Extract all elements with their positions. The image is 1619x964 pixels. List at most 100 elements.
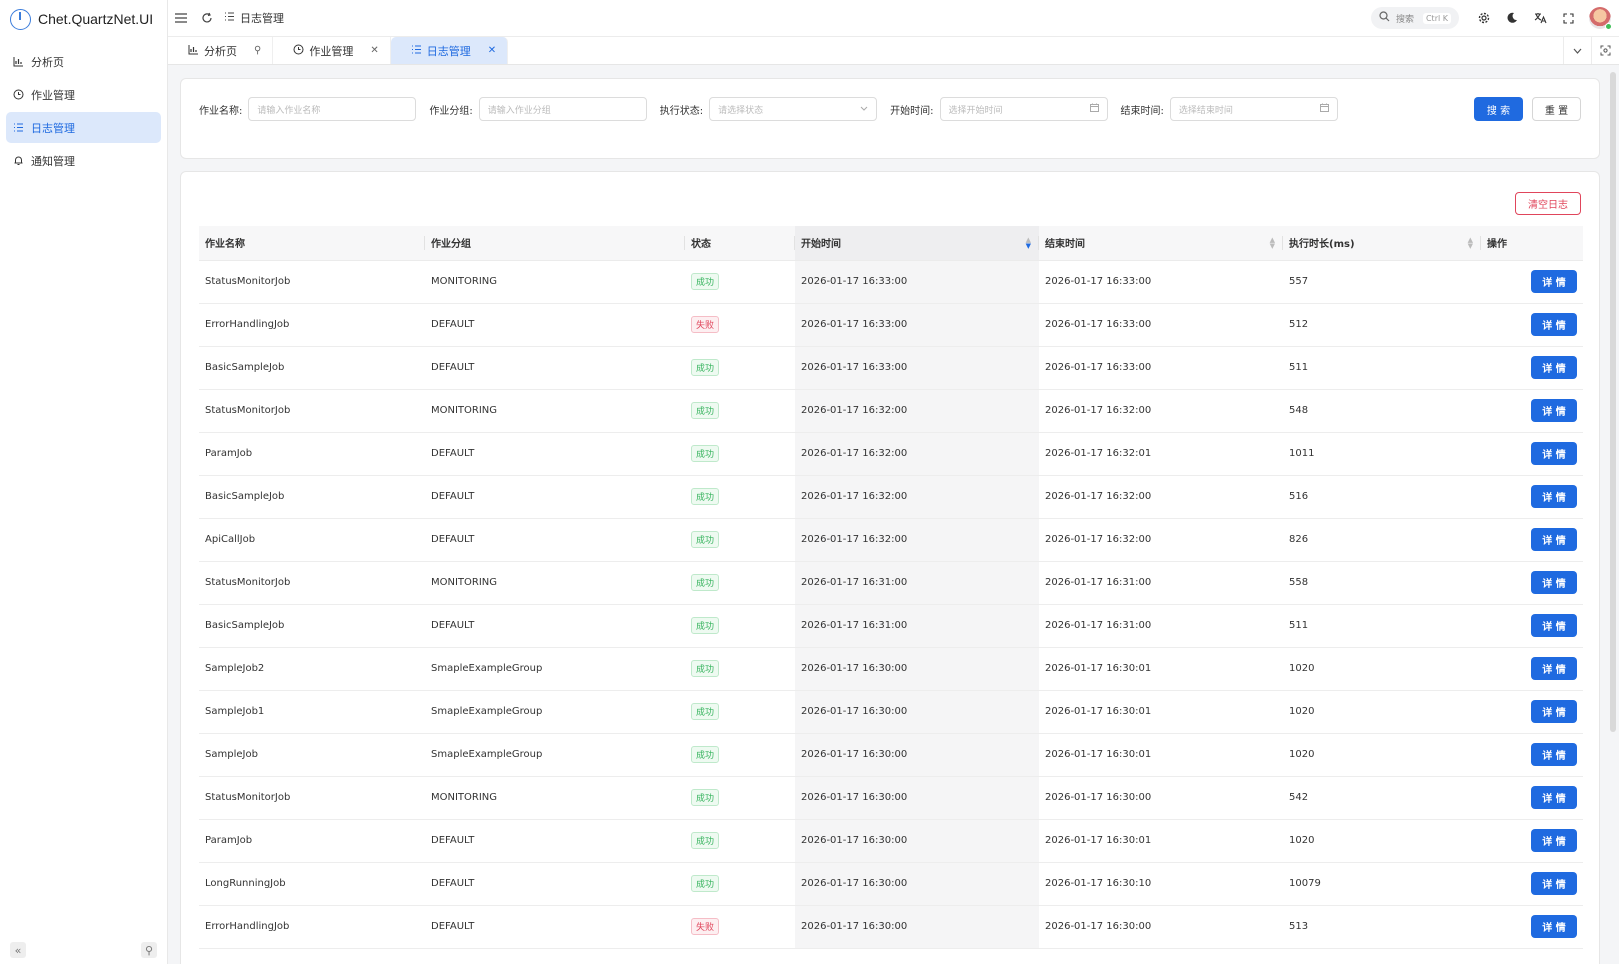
status-badge: 成功 [691, 746, 720, 763]
dark-mode-icon[interactable] [1499, 5, 1525, 31]
log-table-panel: 清空日志 作业名称 作业分组 状态 开始时间 ▲ ▼ 结束时间 ▲ ▼ 执行时长(ms)… [180, 72, 1616, 964]
cell-job-name: ErrorHandlingJob [199, 303, 425, 347]
col-header-start-time[interactable]: 开始时间 ▲ ▼ [795, 226, 1039, 261]
tab-jobs[interactable]: 作业管理 ✕ [273, 37, 391, 64]
cell-start-time: 2026-01-17 16:32:00 [795, 389, 1039, 433]
global-search[interactable]: 搜索 Ctrl K [1371, 7, 1459, 29]
cell-status: 成功 [685, 346, 795, 390]
avatar[interactable] [1589, 7, 1612, 30]
clear-logs-button[interactable]: 清空日志 [1515, 192, 1581, 215]
detail-button[interactable]: 详 情 [1531, 614, 1577, 637]
detail-button[interactable]: 详 情 [1531, 657, 1577, 680]
sidebar-item-notifications[interactable]: 通知管理 [6, 145, 161, 176]
job-group-input[interactable]: 请输入作业分组 [478, 97, 647, 121]
detail-button[interactable]: 详 情 [1531, 872, 1577, 895]
cell-status: 失败 [685, 905, 795, 949]
scrollbar[interactable] [1610, 72, 1616, 732]
cell-end-time: 2026-01-17 16:30:01 [1039, 647, 1283, 691]
status-badge: 成功 [691, 875, 720, 892]
cell-start-time: 2026-01-17 16:30:00 [795, 647, 1039, 691]
detail-button[interactable]: 详 情 [1531, 442, 1577, 465]
pin-icon[interactable]: ⚲ [141, 942, 157, 958]
detail-button[interactable]: 详 情 [1531, 313, 1577, 336]
cell-end-time: 2026-01-17 16:30:00 [1039, 776, 1283, 820]
cell-status: 成功 [685, 733, 795, 777]
search-button[interactable]: 搜 索 [1474, 97, 1523, 121]
detail-button[interactable]: 详 情 [1531, 786, 1577, 809]
tab-logs[interactable]: 日志管理 ✕ [390, 37, 509, 64]
detail-button[interactable]: 详 情 [1531, 528, 1577, 551]
detail-button[interactable]: 详 情 [1531, 743, 1577, 766]
cell-status: 成功 [685, 518, 795, 562]
sidebar-item-label: 分析页 [31, 55, 64, 69]
filter-label: 结束时间: [1120, 105, 1164, 117]
detail-button[interactable]: 详 情 [1531, 829, 1577, 852]
chart-icon [13, 56, 24, 67]
header-actions: 搜索 Ctrl K [1371, 5, 1619, 31]
picker-placeholder: 选择结束时间 [1178, 105, 1233, 116]
fullscreen-icon[interactable] [1555, 5, 1581, 31]
collapse-sidebar-icon[interactable]: « [10, 942, 26, 958]
focus-mode-icon[interactable] [1591, 37, 1619, 64]
detail-button[interactable]: 详 情 [1531, 571, 1577, 594]
pin-icon[interactable]: ⚲ [254, 45, 261, 56]
reset-button[interactable]: 重 置 [1532, 97, 1581, 121]
cell-job-group: DEFAULT [425, 432, 685, 476]
sidebar-menu: 分析页 作业管理 日志管理 通知管理 [0, 46, 167, 176]
refresh-icon[interactable] [194, 5, 220, 31]
menu-toggle-icon[interactable] [168, 5, 194, 31]
status-badge: 成功 [691, 660, 720, 677]
status-badge: 成功 [691, 574, 720, 591]
status-badge: 成功 [691, 273, 720, 290]
job-name-input[interactable]: 请输入作业名称 [248, 97, 417, 121]
end-time-picker[interactable]: 选择结束时间 [1169, 97, 1338, 121]
status-select[interactable]: 请选择状态 [709, 97, 878, 121]
table-row: SampleJob1 SmapleExampleGroup 成功 2026-01-17… [199, 690, 1583, 734]
cell-end-time: 2026-01-17 16:32:00 [1039, 389, 1283, 433]
cell-actions: 详 情 [1481, 647, 1583, 691]
cell-status: 成功 [685, 260, 795, 304]
col-header-status: 状态 [685, 226, 795, 261]
cell-end-time: 2026-01-17 16:30:01 [1039, 733, 1283, 777]
detail-button[interactable]: 详 情 [1531, 915, 1577, 938]
start-time-picker[interactable]: 选择开始时间 [939, 97, 1108, 121]
top-header: 日志管理 搜索 Ctrl K [168, 0, 1619, 37]
detail-button[interactable]: 详 情 [1531, 399, 1577, 422]
sort-icon[interactable]: ▲ ▼ [1468, 237, 1473, 250]
cell-duration: 557 [1283, 260, 1481, 304]
cell-actions: 详 情 [1481, 432, 1583, 476]
sidebar-footer: « ⚲ [10, 942, 157, 958]
cell-job-name: ParamJob [199, 819, 425, 863]
table-row: SampleJob2 SmapleExampleGroup 成功 2026-01-17… [199, 647, 1583, 691]
translate-icon[interactable] [1527, 5, 1553, 31]
calendar-icon [1319, 103, 1329, 115]
detail-button[interactable]: 详 情 [1531, 485, 1577, 508]
cell-duration: 1020 [1283, 647, 1481, 691]
cell-job-group: DEFAULT [425, 518, 685, 562]
sort-icon[interactable]: ▲ ▼ [1270, 237, 1275, 250]
logo[interactable]: Chet.QuartzNet.UI [0, 0, 167, 38]
picker-placeholder: 选择开始时间 [948, 105, 1003, 116]
breadcrumb-current[interactable]: 日志管理 [240, 10, 284, 26]
chevron-down-icon[interactable] [1563, 37, 1591, 64]
sidebar-item-logs[interactable]: 日志管理 [6, 112, 161, 143]
sort-icon[interactable]: ▲ ▼ [1026, 237, 1031, 250]
sidebar-item-jobs[interactable]: 作业管理 [6, 79, 161, 110]
detail-button[interactable]: 详 情 [1531, 270, 1577, 293]
close-icon[interactable]: ✕ [488, 45, 496, 56]
settings-icon[interactable] [1471, 5, 1497, 31]
filter-row: 作业名称: 请输入作业名称 作业分组: 请输入作业分组 执行状态: 请选择状态 … [199, 97, 1581, 121]
chevron-down-icon [860, 104, 868, 114]
cell-job-group: MONITORING [425, 389, 685, 433]
col-header-end-time[interactable]: 结束时间 ▲ ▼ [1039, 226, 1283, 261]
sidebar-item-analysis[interactable]: 分析页 [6, 46, 161, 77]
close-icon[interactable]: ✕ [370, 45, 378, 56]
cell-start-time: 2026-01-17 16:30:00 [795, 776, 1039, 820]
col-header-duration[interactable]: 执行时长(ms) ▲ ▼ [1283, 226, 1481, 261]
detail-button[interactable]: 详 情 [1531, 700, 1577, 723]
status-badge: 成功 [691, 488, 720, 505]
cell-job-group: DEFAULT [425, 303, 685, 347]
detail-button[interactable]: 详 情 [1531, 356, 1577, 379]
tab-analysis[interactable]: 分析页 ⚲ [168, 37, 274, 64]
status-badge: 成功 [691, 402, 720, 419]
